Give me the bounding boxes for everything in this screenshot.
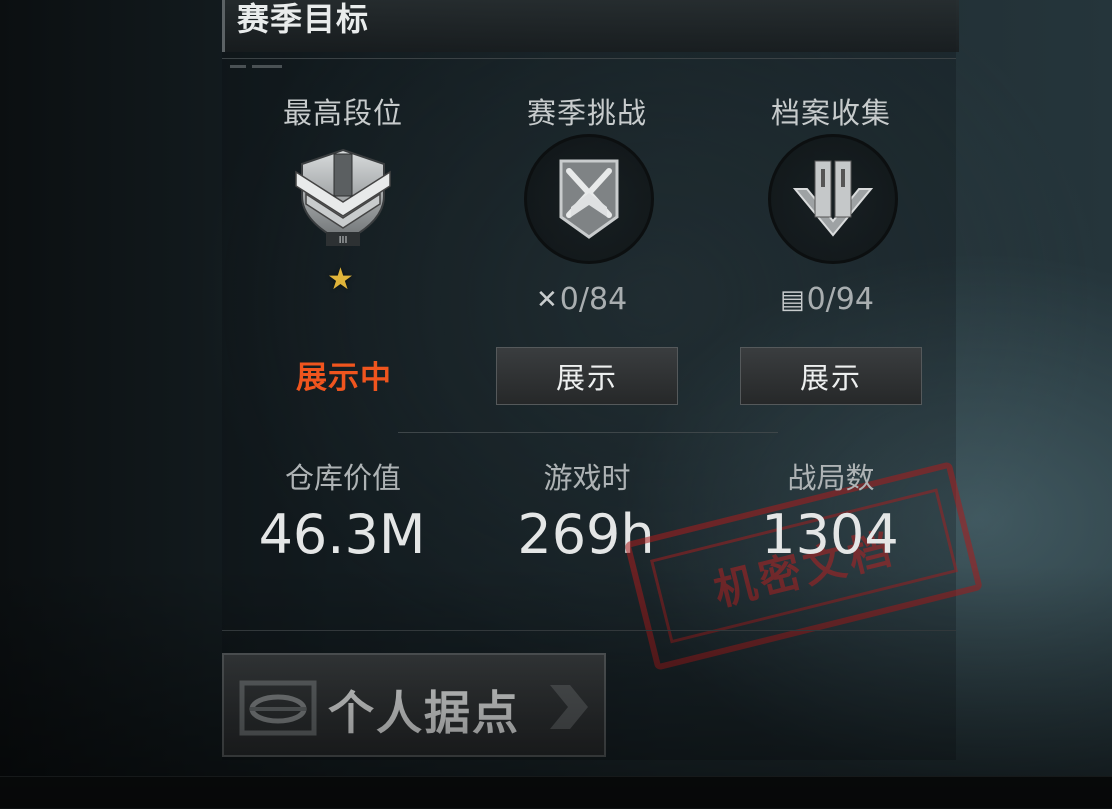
personal-base-button[interactable]: 个人据点 <box>222 653 606 757</box>
stats-divider <box>398 432 778 433</box>
footer-divider <box>222 630 956 631</box>
playtime-label: 游戏时 <box>543 461 631 495</box>
warehouse-value: 46.3M <box>258 503 426 566</box>
archive-show-button[interactable]: 展示 <box>740 347 922 405</box>
section-header: 赛季目标 <box>222 0 959 52</box>
crossed-rifles-icon <box>559 159 619 239</box>
showing-status: 展示中 <box>296 360 392 396</box>
rank-title: 最高段位 <box>282 96 403 130</box>
svg-text:III: III <box>339 235 348 246</box>
chevron-right-icon <box>550 685 588 729</box>
challenge-counter: ✕ 0/84 <box>536 282 628 317</box>
archive-title: 档案收集 <box>770 96 891 130</box>
challenge-show-button[interactable]: 展示 <box>496 347 678 405</box>
matches-label: 战局数 <box>787 461 875 495</box>
challenge-title: 赛季挑战 <box>526 96 647 130</box>
base-icon <box>239 680 317 736</box>
archive-counter: ▤ 0/94 <box>780 282 874 317</box>
archive-badge-ring <box>768 134 898 264</box>
crossed-swords-icon: ✕ <box>536 284 558 315</box>
rank-emblem-icon: III <box>295 148 391 246</box>
bottom-bar <box>0 776 1112 809</box>
challenge-badge-ring <box>524 134 654 264</box>
header-divider <box>222 58 956 71</box>
matches-value: 1304 <box>761 503 899 566</box>
star-icon: ★ <box>327 262 354 297</box>
section-title: 赛季目标 <box>237 0 370 38</box>
archive-chevron-icon <box>792 160 874 237</box>
personal-base-label: 个人据点 <box>328 686 520 740</box>
document-icon: ▤ <box>780 284 805 315</box>
warehouse-value-label: 仓库价值 <box>284 461 401 495</box>
